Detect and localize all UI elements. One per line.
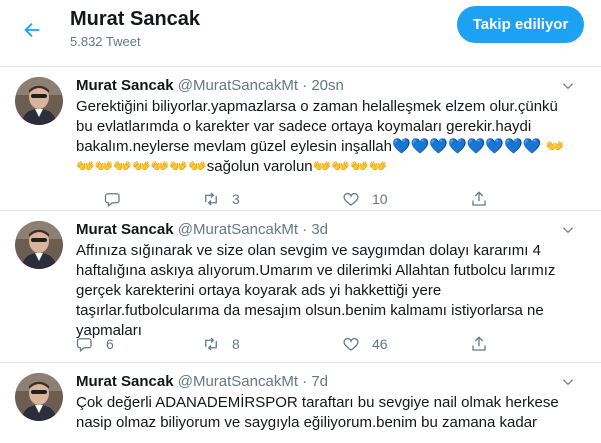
- share-button[interactable]: [470, 189, 488, 209]
- reply-button[interactable]: 6: [76, 334, 114, 354]
- tweet-text: Gerektiğini biliyorlar.yapmazlarsa o zam…: [76, 98, 565, 175]
- separator-dot: ·: [302, 77, 308, 94]
- tweet[interactable]: Murat Sancak @MuratSancakMt · 3d Affınız…: [0, 211, 601, 363]
- heart-icon: [343, 192, 359, 206]
- reply-icon: [104, 193, 120, 208]
- share-icon: [472, 191, 486, 206]
- chevron-down-icon: [562, 227, 574, 234]
- tweet-count: 5.832 Tweet: [70, 34, 141, 49]
- retweet-count: 3: [232, 191, 240, 207]
- following-button[interactable]: Takip ediliyor: [457, 6, 584, 43]
- tweet-meta: Murat Sancak @MuratSancakMt · 7d: [76, 372, 576, 392]
- retweet-button[interactable]: 3: [202, 189, 240, 209]
- tweet-author[interactable]: Murat Sancak: [76, 77, 174, 94]
- tweet[interactable]: Murat Sancak @MuratSancakMt · 7d Çok değ…: [0, 363, 601, 443]
- heart-icon: [343, 337, 359, 351]
- like-count: 10: [372, 191, 388, 207]
- tweet-time[interactable]: 20sn: [311, 77, 344, 94]
- profile-title-block: Murat Sancak 5.832 Tweet: [70, 6, 200, 51]
- like-button[interactable]: 10: [342, 189, 388, 209]
- tweet-handle[interactable]: @MuratSancakMt: [178, 221, 298, 238]
- tweet-author[interactable]: Murat Sancak: [76, 221, 174, 238]
- separator-dot: ·: [302, 373, 308, 390]
- tweet-author[interactable]: Murat Sancak: [76, 373, 174, 390]
- avatar[interactable]: [15, 373, 63, 421]
- tweet-text: Affınıza sığınarak ve size olan sevgim v…: [76, 242, 556, 339]
- separator-dot: ·: [302, 221, 308, 238]
- tweet-body: Murat Sancak @MuratSancakMt · 3d Affınız…: [76, 220, 576, 341]
- retweet-count: 8: [232, 336, 240, 352]
- tweet[interactable]: Murat Sancak @MuratSancakMt · 20sn Gerek…: [0, 67, 601, 211]
- tweet-body: Murat Sancak @MuratSancakMt · 7d Çok değ…: [76, 372, 576, 433]
- tweet-menu-button[interactable]: [560, 222, 576, 238]
- tweet-time[interactable]: 3d: [311, 221, 328, 238]
- reply-button[interactable]: [104, 189, 134, 209]
- retweet-icon: [205, 337, 217, 351]
- tweet-meta: Murat Sancak @MuratSancakMt · 3d: [76, 220, 576, 240]
- tweet-actions: 3 10: [76, 189, 496, 209]
- share-button[interactable]: [470, 334, 488, 354]
- retweet-icon: [205, 192, 217, 206]
- tweet-text: Çok değerli ADANADEMİRSPOR taraftarı bu …: [76, 394, 559, 431]
- chevron-down-icon: [562, 83, 574, 90]
- tweet-menu-button[interactable]: [560, 374, 576, 390]
- tweet-handle[interactable]: @MuratSancakMt: [178, 373, 298, 390]
- tweet-time[interactable]: 7d: [311, 373, 328, 390]
- avatar[interactable]: [15, 221, 63, 269]
- tweet-meta: Murat Sancak @MuratSancakMt · 20sn: [76, 76, 576, 96]
- chevron-down-icon: [562, 379, 574, 386]
- like-count: 46: [372, 336, 388, 352]
- profile-name: Murat Sancak: [70, 8, 201, 30]
- tweet-menu-button[interactable]: [560, 78, 576, 94]
- avatar[interactable]: [15, 77, 63, 125]
- share-icon: [472, 336, 486, 351]
- like-button[interactable]: 46: [342, 334, 388, 354]
- tweet-handle[interactable]: @MuratSancakMt: [178, 77, 298, 94]
- profile-header: Murat Sancak 5.832 Tweet Takip ediliyor: [0, 0, 601, 67]
- tweet-actions: 6 8 46: [76, 334, 496, 354]
- retweet-button[interactable]: 8: [202, 334, 240, 354]
- back-button[interactable]: [14, 12, 50, 48]
- tweet-body: Murat Sancak @MuratSancakMt · 20sn Gerek…: [76, 76, 576, 177]
- back-arrow-icon: [24, 22, 40, 38]
- reply-count: 6: [106, 336, 114, 352]
- reply-icon: [76, 338, 92, 353]
